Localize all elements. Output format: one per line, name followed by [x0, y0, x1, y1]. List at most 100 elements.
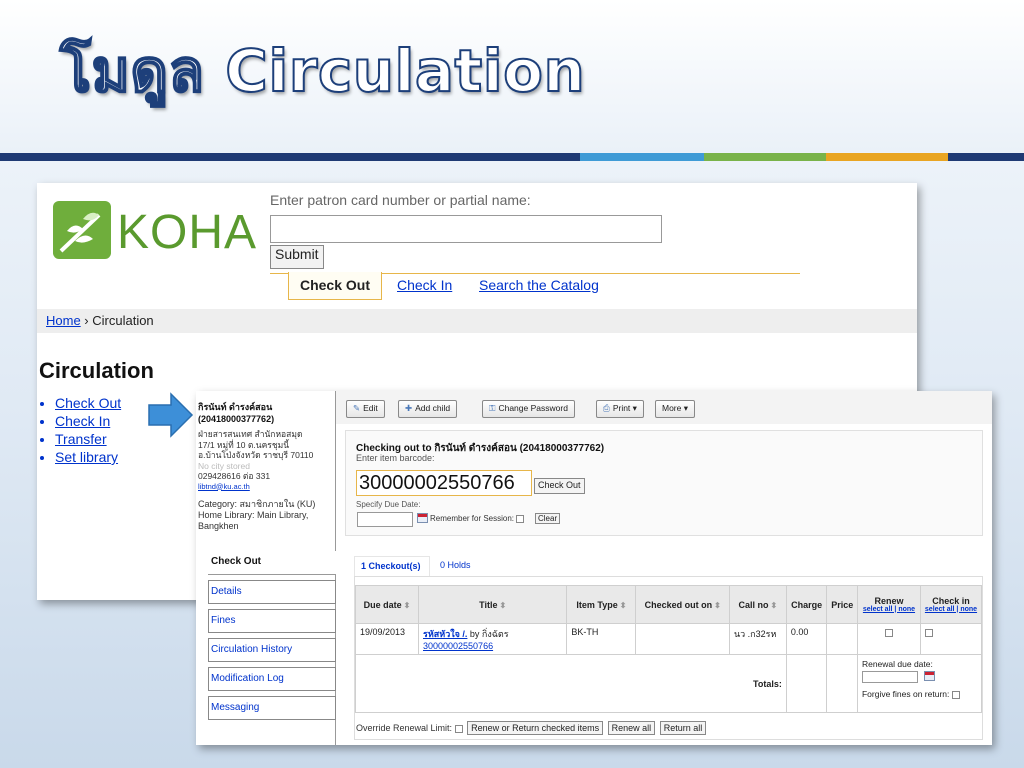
patron-toolbar: ✎ Edit ✚ Add child ⚿ Change Password ⎙ Print…: [336, 391, 992, 424]
patron-search-input[interactable]: [270, 215, 662, 243]
checkouts-table: Due date ⬍ Title ⬍ Item Type ⬍ Checked out …: [355, 585, 983, 713]
barcode-input[interactable]: 30000002550766: [356, 470, 532, 496]
totals-label: Totals:: [355, 654, 787, 713]
override-checkbox[interactable]: [454, 724, 463, 733]
sort-icon: ⬍: [499, 600, 507, 610]
col-check-in-label: Check in: [932, 596, 970, 606]
tab-checkouts[interactable]: 1 Checkout(s): [354, 556, 430, 576]
col-item-type-label: Item Type: [576, 599, 618, 610]
col-checked-out-on[interactable]: Checked out on ⬍: [635, 585, 730, 624]
tab-holds[interactable]: 0 Holds: [440, 560, 471, 570]
more-button[interactable]: More ▾: [655, 400, 695, 418]
tab-search-catalog[interactable]: Search the Catalog: [479, 277, 599, 293]
koha-logo[interactable]: KOHA: [53, 199, 256, 265]
renew-or-return-button[interactable]: Renew or Return checked items: [467, 721, 604, 735]
tab-check-out[interactable]: Check Out: [288, 272, 382, 300]
patron-address-line3: อ.บ้านโป่งจังหวัด ราชบุรี 70110: [198, 450, 314, 460]
checkout-submit-button[interactable]: Check Out: [534, 478, 585, 494]
change-password-button[interactable]: ⚿ Change Password: [482, 400, 575, 418]
renewal-options: Renewal due date: Forgive fines on retur…: [856, 654, 983, 713]
patron-menu-details[interactable]: Details: [208, 580, 336, 604]
breadcrumb-separator: ›: [80, 313, 93, 328]
cell-item-type: BK-TH: [566, 623, 637, 655]
patron-category-text: Category: สมาชิกภายใน (KU): [198, 499, 316, 509]
col-checked-out-label: Checked out on: [644, 599, 713, 610]
add-child-label: Add child: [415, 403, 451, 413]
patron-address: ฝ่ายสารสนเทศ สำนักหอสมุด 17/1 หมู่ที่ 10…: [198, 429, 334, 492]
patron-search-label: Enter patron card number or partial name…: [270, 192, 531, 208]
add-icon: ✚: [405, 403, 413, 413]
col-renew-label: Renew: [874, 596, 904, 606]
koha-leaf-icon: [53, 201, 111, 259]
divider-navy-end: [948, 153, 1024, 161]
return-all-button[interactable]: Return all: [659, 721, 707, 735]
sort-icon: ⬍: [403, 600, 411, 610]
col-renew: Renew select all | none: [856, 585, 921, 624]
barcode-label: Enter item barcode:: [356, 453, 435, 463]
forgive-checkbox[interactable]: [951, 690, 960, 699]
totals-price: [826, 654, 858, 713]
menu-check-out[interactable]: Check Out: [55, 394, 121, 412]
title-author: by กิ่งฉัตร: [467, 629, 509, 639]
menu-check-in[interactable]: Check In: [55, 412, 121, 430]
calendar-icon[interactable]: [923, 671, 935, 681]
checkin-checkbox[interactable]: [924, 628, 933, 637]
table-row: 19/09/2013 รหัสหัวใจ /. by กิ่งฉัตร 30000…: [355, 623, 983, 655]
menu-set-library[interactable]: Set library: [55, 448, 121, 466]
print-button[interactable]: ⎙ Print ▾: [596, 400, 644, 418]
item-barcode-link[interactable]: 30000002550766: [423, 641, 493, 651]
divider-blue: [580, 153, 704, 161]
checkin-select-links[interactable]: select all | none: [923, 606, 979, 613]
cell-charge: 0.00: [785, 623, 828, 655]
patron-menu-fines[interactable]: Fines: [208, 609, 336, 633]
add-child-button[interactable]: ✚ Add child: [398, 400, 458, 418]
due-date-label: Specify Due Date:: [356, 500, 421, 509]
col-title-label: Title: [479, 599, 498, 610]
override-bar: Override Renewal Limit: Renew or Return …: [356, 721, 707, 735]
tab-check-in[interactable]: Check In: [397, 277, 452, 293]
edit-label: Edit: [363, 403, 378, 413]
sort-icon: ⬍: [770, 600, 778, 610]
menu-transfer[interactable]: Transfer: [55, 430, 121, 448]
renew-checkbox[interactable]: [884, 628, 893, 637]
submit-button[interactable]: Submit: [270, 245, 324, 269]
change-password-label: Change Password: [498, 403, 568, 413]
remember-checkbox[interactable]: [516, 514, 525, 523]
renew-all-button[interactable]: Renew all: [607, 721, 656, 735]
col-charge[interactable]: Charge: [785, 585, 828, 624]
title-link[interactable]: รหัสหัวใจ /.: [423, 629, 467, 639]
col-title[interactable]: Title ⬍: [417, 585, 568, 624]
checkouts-table-panel: Due date ⬍ Title ⬍ Item Type ⬍ Checked out …: [354, 576, 983, 740]
col-call-no[interactable]: Call no ⬍: [728, 585, 787, 624]
patron-menu-circulation-history[interactable]: Circulation History: [208, 638, 336, 662]
breadcrumb-current: Circulation: [92, 313, 154, 328]
koha-logo-text: KOHA: [117, 206, 258, 259]
renewal-due-input[interactable]: [861, 671, 918, 683]
cell-title: รหัสหัวใจ /. by กิ่งฉัตร 30000002550766: [417, 623, 568, 655]
patron-menu-check-out[interactable]: Check Out: [208, 551, 336, 575]
patron-home-library: Home Library: Main Library, Bangkhen: [198, 510, 309, 531]
print-label: Print ▾: [612, 403, 637, 413]
col-call-no-label: Call no: [738, 599, 769, 610]
totals-row: Totals: Renewal due date: Forgive fines …: [355, 654, 983, 713]
cell-checked-out: [635, 623, 730, 655]
due-date-input[interactable]: [357, 512, 413, 527]
patron-phone: 029428616 ต่อ 331: [198, 471, 271, 481]
edit-button[interactable]: ✎ Edit: [346, 400, 385, 418]
breadcrumb-home-link[interactable]: Home: [46, 313, 81, 328]
renew-select-links[interactable]: select all | none: [860, 606, 918, 613]
slide-header: โมดูล Circulation: [0, 0, 1024, 152]
patron-menu-messaging[interactable]: Messaging: [208, 696, 336, 720]
checkout-form: Checking out to กิรนันท์ ดำรงค์สอน (2041…: [345, 430, 983, 536]
col-price[interactable]: Price: [826, 585, 858, 624]
col-item-type[interactable]: Item Type ⬍: [566, 585, 637, 624]
col-due-date[interactable]: Due date ⬍: [355, 585, 419, 624]
cell-price: [826, 623, 858, 655]
divider-navy: [0, 153, 580, 161]
patron-menu-modification-log[interactable]: Modification Log: [208, 667, 336, 691]
forgive-label: Forgive fines on return:: [861, 689, 950, 699]
calendar-icon[interactable]: [417, 513, 428, 523]
clear-button[interactable]: Clear: [535, 513, 561, 524]
cell-renew: [856, 623, 921, 655]
patron-email-link[interactable]: libtnd@ku.ac.th: [198, 482, 334, 493]
